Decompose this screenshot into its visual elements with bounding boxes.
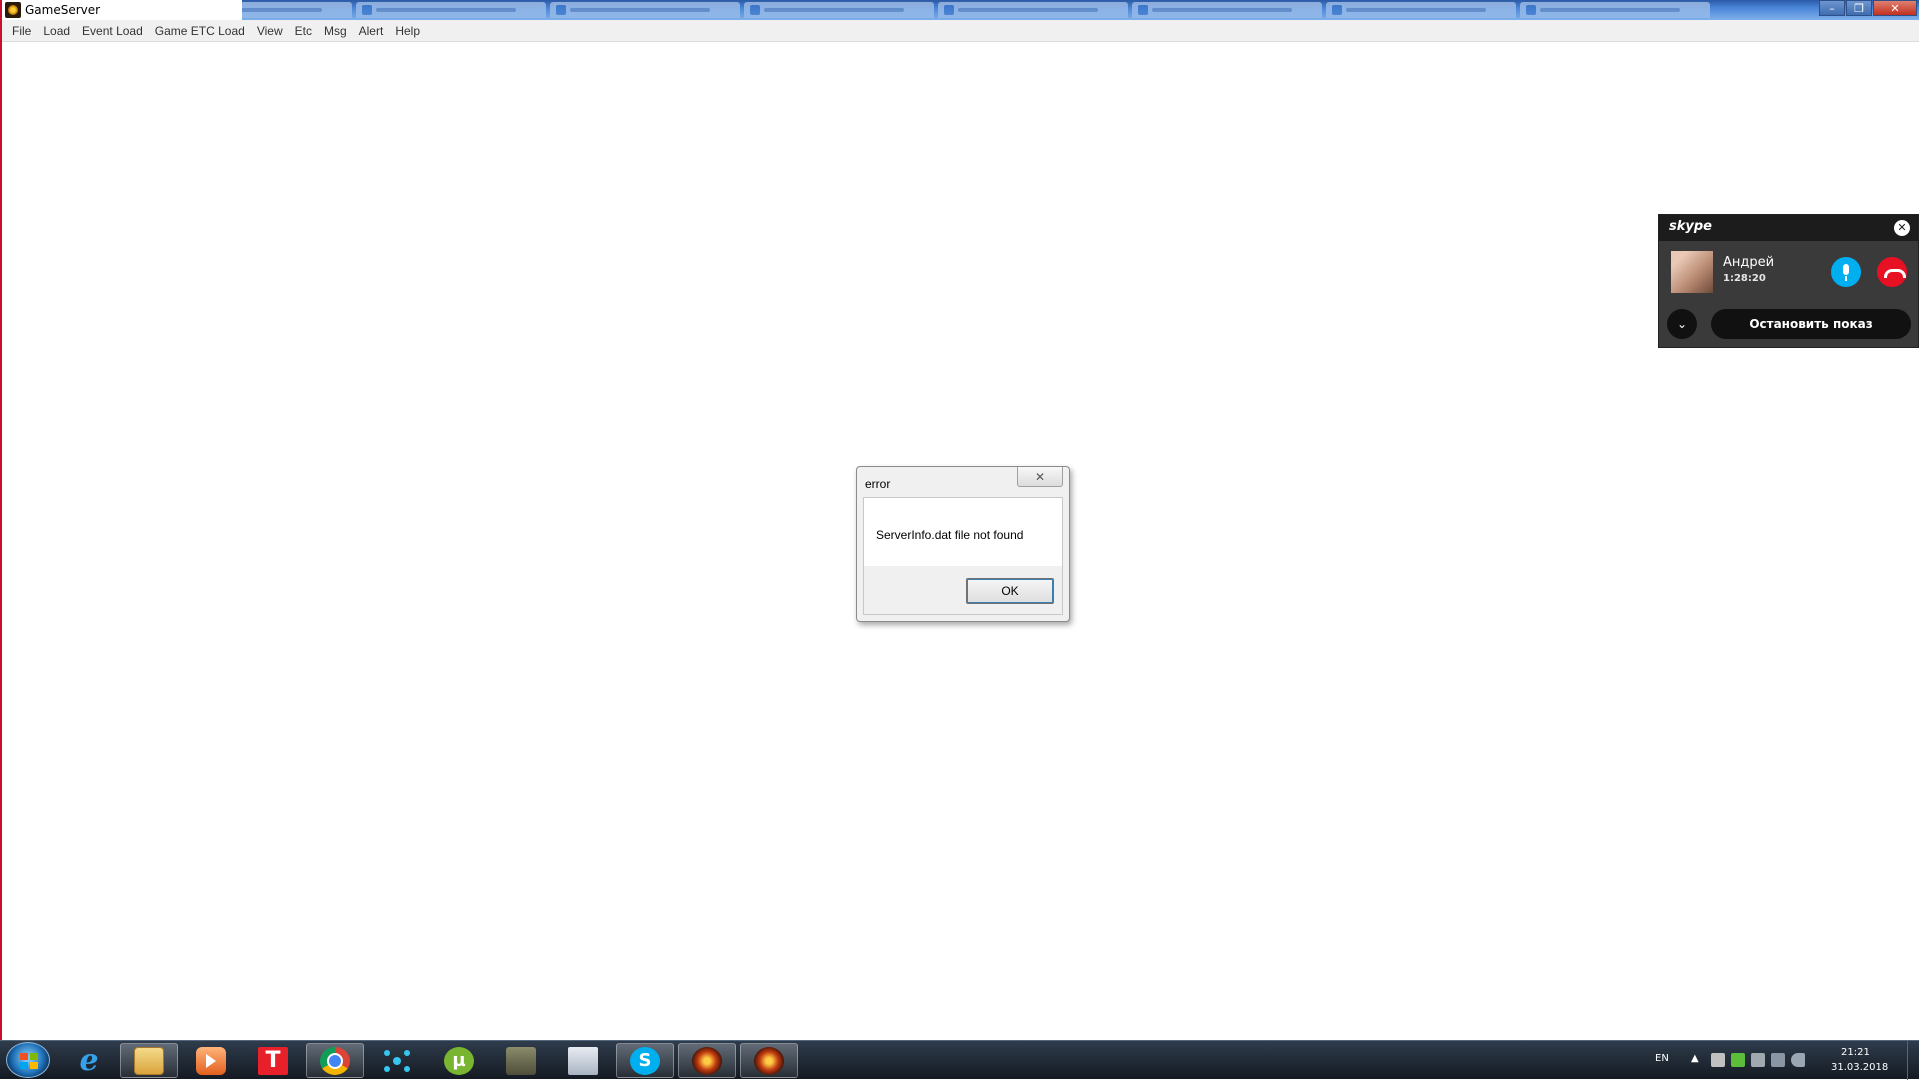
internet-explorer-icon: e [79, 1043, 99, 1078]
menu-alert[interactable]: Alert [353, 24, 390, 38]
taskbar-network-app[interactable] [368, 1043, 426, 1078]
menu-file[interactable]: File [6, 24, 37, 38]
window-title: GameServer [25, 3, 101, 17]
clock-time[interactable]: 21:21 [1841, 1047, 1870, 1058]
taskbar-internet-explorer[interactable]: e [60, 1043, 118, 1078]
language-indicator[interactable]: EN [1655, 1053, 1669, 1064]
taskbar-file-explorer[interactable] [120, 1043, 178, 1078]
taskbar-skype[interactable]: S [616, 1043, 674, 1078]
close-window-button[interactable]: ✕ [1873, 0, 1917, 16]
menu-bar: File Load Event Load Game ETC Load View … [2, 20, 1919, 42]
background-tab [938, 2, 1128, 18]
background-tab [1132, 2, 1322, 18]
clock-date[interactable]: 31.03.2018 [1831, 1062, 1888, 1073]
tab-favicon-icon [1332, 5, 1342, 15]
background-browser-tabs [162, 2, 1710, 18]
tray-device-icon[interactable] [1751, 1053, 1765, 1067]
skype-icon: S [630, 1046, 660, 1075]
dialog-title: error [865, 477, 891, 491]
taskbar-tank-game[interactable] [492, 1043, 550, 1078]
tab-favicon-icon [1138, 5, 1148, 15]
skype-logo: skype [1669, 219, 1712, 234]
utorrent-icon: µ [444, 1046, 474, 1075]
taskbar: e T µ S EN ▲ 21:21 31.03.2018 [0, 1040, 1919, 1080]
background-tab [744, 2, 934, 18]
list-icon [568, 1046, 598, 1075]
volume-icon[interactable] [1791, 1053, 1805, 1067]
system-tray: EN ▲ 21:21 31.03.2018 [1649, 1041, 1919, 1080]
skype-widget-header[interactable]: skype ✕ [1659, 215, 1918, 241]
hang-up-button[interactable] [1877, 257, 1907, 287]
dialog-message-area: ServerInfo.dat file not found [864, 498, 1062, 566]
t-app-icon: T [258, 1046, 288, 1075]
dialog-close-button[interactable]: ✕ [1017, 467, 1063, 487]
tab-favicon-icon [362, 5, 372, 15]
tab-favicon-icon [944, 5, 954, 15]
stop-sharing-button[interactable]: Остановить показ [1711, 309, 1911, 339]
menu-msg[interactable]: Msg [318, 24, 353, 38]
tray-app-icon[interactable] [1731, 1053, 1745, 1067]
menu-help[interactable]: Help [389, 24, 426, 38]
start-button[interactable] [6, 1042, 50, 1078]
dialog-message: ServerInfo.dat file not found [876, 528, 1024, 542]
menu-event-load[interactable]: Event Load [76, 24, 149, 38]
tab-favicon-icon [1526, 5, 1536, 15]
skype-call-widget: skype ✕ Андрей 1:28:20 ⌄ Остановить пока… [1658, 214, 1919, 348]
taskbar-t-app[interactable]: T [244, 1043, 302, 1078]
minimize-button[interactable]: – [1819, 0, 1845, 16]
background-tab [356, 2, 546, 18]
chevron-down-icon[interactable]: ⌄ [1667, 309, 1697, 339]
microphone-button[interactable] [1831, 257, 1861, 287]
error-dialog: error ✕ ServerInfo.dat file not found OK [856, 466, 1070, 622]
dialog-body: ServerInfo.dat file not found OK [863, 497, 1063, 615]
maximize-button[interactable]: ❐ [1846, 0, 1872, 16]
menu-view[interactable]: View [251, 24, 289, 38]
avatar [1671, 251, 1713, 293]
media-player-icon [196, 1046, 226, 1075]
menu-game-etc-load[interactable]: Game ETC Load [149, 24, 251, 38]
taskbar-list-app[interactable] [554, 1043, 612, 1078]
tray-flag-icon[interactable] [1711, 1053, 1725, 1067]
taskbar-game-server-1[interactable] [678, 1043, 736, 1078]
app-icon [5, 2, 21, 18]
menu-etc[interactable]: Etc [289, 24, 318, 38]
menu-load[interactable]: Load [37, 24, 76, 38]
taskbar-game-server-2[interactable] [740, 1043, 798, 1078]
chrome-icon [320, 1046, 350, 1075]
network-icon [382, 1047, 412, 1075]
background-tab [1520, 2, 1710, 18]
background-tab [1326, 2, 1516, 18]
close-icon: ✕ [1034, 469, 1046, 484]
caller-name: Андрей [1723, 255, 1775, 270]
tank-icon [506, 1046, 536, 1075]
show-desktop-button[interactable] [1907, 1041, 1919, 1080]
taskbar-media-player[interactable] [182, 1043, 240, 1078]
window-controls: – ❐ ✕ [1818, 0, 1917, 18]
call-duration: 1:28:20 [1723, 273, 1766, 284]
title-bar[interactable]: GameServer – ❐ ✕ [2, 0, 1919, 20]
taskbar-chrome[interactable] [306, 1043, 364, 1078]
taskbar-utorrent[interactable]: µ [430, 1043, 488, 1078]
game-server-icon [692, 1046, 722, 1075]
network-icon[interactable] [1771, 1053, 1785, 1067]
folder-icon [134, 1046, 164, 1075]
show-hidden-icons-arrow[interactable]: ▲ [1691, 1053, 1699, 1064]
background-tab [550, 2, 740, 18]
tab-favicon-icon [556, 5, 566, 15]
game-server-icon [754, 1046, 784, 1075]
close-icon[interactable]: ✕ [1894, 220, 1910, 236]
title-area: GameServer [2, 0, 242, 20]
ok-button[interactable]: OK [966, 578, 1054, 604]
tab-favicon-icon [750, 5, 760, 15]
